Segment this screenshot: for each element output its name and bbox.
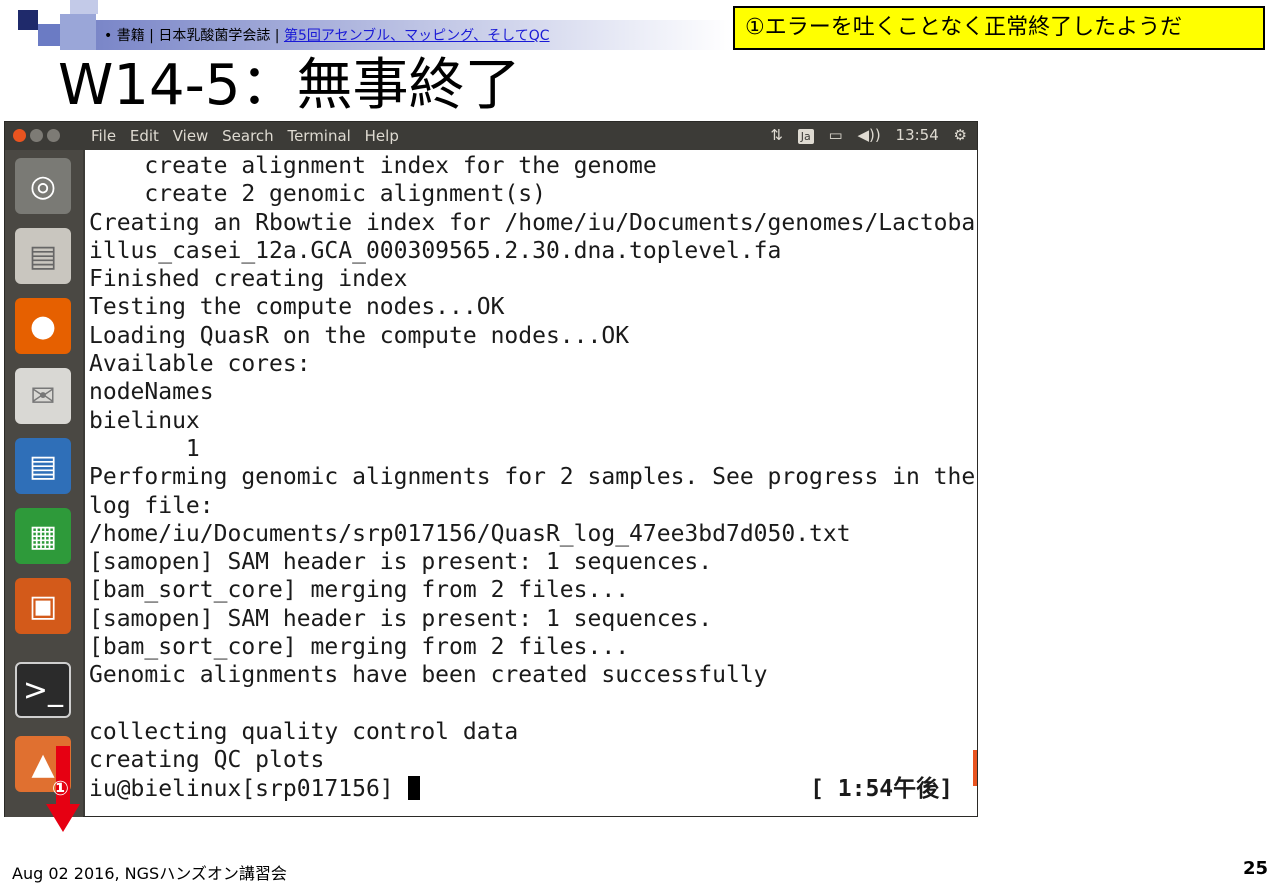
footer-text: Aug 02 2016, NGSハンズオン講習会 <box>12 864 287 883</box>
terminal-line: /home/iu/Documents/srp017156/QuasR_log_4… <box>89 520 851 547</box>
terminal-line: Genomic alignments have been created suc… <box>89 662 768 689</box>
terminal-line: create 2 genomic alignment(s) <box>89 181 546 208</box>
terminal-line: [samopen] SAM header is present: 1 seque… <box>89 605 713 632</box>
callout-note: ①エラーを吐くことなく正常終了したようだ <box>733 6 1265 50</box>
menu-view[interactable]: View <box>173 127 209 145</box>
maximize-icon[interactable] <box>47 129 60 142</box>
terminal-icon[interactable]: >_ <box>15 662 71 718</box>
terminal-line: Creating an Rbowtie index for /home/iu/D… <box>89 209 977 236</box>
terminal-prompt: iu@bielinux[srp017156] <box>89 775 408 802</box>
firefox-icon[interactable]: ● <box>15 298 71 354</box>
clock[interactable]: 13:54 <box>896 126 939 144</box>
slide-title: W14-5：無事終了 <box>58 53 521 118</box>
writer-icon[interactable]: ▤ <box>15 438 71 494</box>
files-icon[interactable]: ▤ <box>15 228 71 284</box>
menu-edit[interactable]: Edit <box>130 127 159 145</box>
volume-icon[interactable]: ◀)) <box>858 126 881 144</box>
unity-launcher: ◎ ▤ ● ✉ ▤ ▦ ▣ >_ ▲ <box>5 150 83 817</box>
keyboard-language-icon[interactable]: Ja <box>797 129 814 144</box>
terminal-line: Finished creating index <box>89 266 408 293</box>
ubuntu-dash-icon[interactable]: ◎ <box>15 158 71 214</box>
terminal-output[interactable]: create alignment index for the genome cr… <box>85 150 977 816</box>
terminal-line: creating QC plots <box>89 747 325 774</box>
terminal-line: nodeNames <box>89 379 214 406</box>
close-icon[interactable] <box>13 129 26 142</box>
decor-square <box>60 14 96 50</box>
terminal-line: [bam_sort_core] merging from 2 files... <box>89 634 630 661</box>
impress-icon[interactable]: ▣ <box>15 578 71 634</box>
terminal-line: bielinux <box>89 407 200 434</box>
terminal-line: log file: <box>89 492 214 519</box>
calc-icon[interactable]: ▦ <box>15 508 71 564</box>
terminal-line: Performing genomic alignments for 2 samp… <box>89 464 976 491</box>
scroll-indicator <box>973 750 977 786</box>
terminal-prompt-row[interactable]: iu@bielinux[srp017156] [ 1:54午後] <box>89 775 977 803</box>
breadcrumb: • 書籍 | 日本乳酸菌学会誌 | 第5回アセンブル、マッピング、そしてQC <box>104 25 550 45</box>
battery-icon[interactable]: ▭ <box>829 126 843 144</box>
breadcrumb-text: • 書籍 | 日本乳酸菌学会誌 | <box>104 28 284 44</box>
decor-square <box>70 0 98 14</box>
terminal-line: illus_casei_12a.GCA_000309565.2.30.dna.t… <box>89 237 782 264</box>
terminal-line: create alignment index for the genome <box>89 153 657 179</box>
decor-square <box>18 10 38 30</box>
terminal-line: Loading QuasR on the compute nodes...OK <box>89 322 630 349</box>
marker-label: ① <box>52 776 69 800</box>
settings-gear-icon[interactable]: ⚙ <box>954 126 967 144</box>
menu-file[interactable]: File <box>91 127 116 145</box>
minimize-icon[interactable] <box>30 129 43 142</box>
menu-help[interactable]: Help <box>365 127 399 145</box>
terminal-line: collecting quality control data <box>89 718 519 745</box>
menubar: File Edit View Search Terminal Help ⇅ Ja… <box>5 122 977 150</box>
menu-terminal[interactable]: Terminal <box>287 127 350 145</box>
terminal-window: File Edit View Search Terminal Help ⇅ Ja… <box>4 121 978 817</box>
menu-search[interactable]: Search <box>222 127 274 145</box>
page-number: 25 <box>1242 858 1268 879</box>
terminal-line: [bam_sort_core] merging from 2 files... <box>89 577 630 604</box>
mail-icon[interactable]: ✉ <box>15 368 71 424</box>
terminal-line: Available cores: <box>89 351 311 378</box>
indicator-area: ⇅ Ja ▭ ◀)) 13:54 ⚙ <box>760 126 967 144</box>
terminal-cursor <box>407 775 420 800</box>
terminal-line: [samopen] SAM header is present: 1 seque… <box>89 549 713 576</box>
terminal-line: Testing the compute nodes...OK <box>89 294 505 321</box>
network-icon[interactable]: ⇅ <box>770 126 783 144</box>
menu-list: File Edit View Search Terminal Help <box>91 127 408 145</box>
prompt-time: [ 1:54午後] <box>810 775 953 802</box>
breadcrumb-link[interactable]: 第5回アセンブル、マッピング、そしてQC <box>284 28 550 44</box>
decor-square <box>38 24 60 46</box>
terminal-line: 1 <box>89 435 200 462</box>
